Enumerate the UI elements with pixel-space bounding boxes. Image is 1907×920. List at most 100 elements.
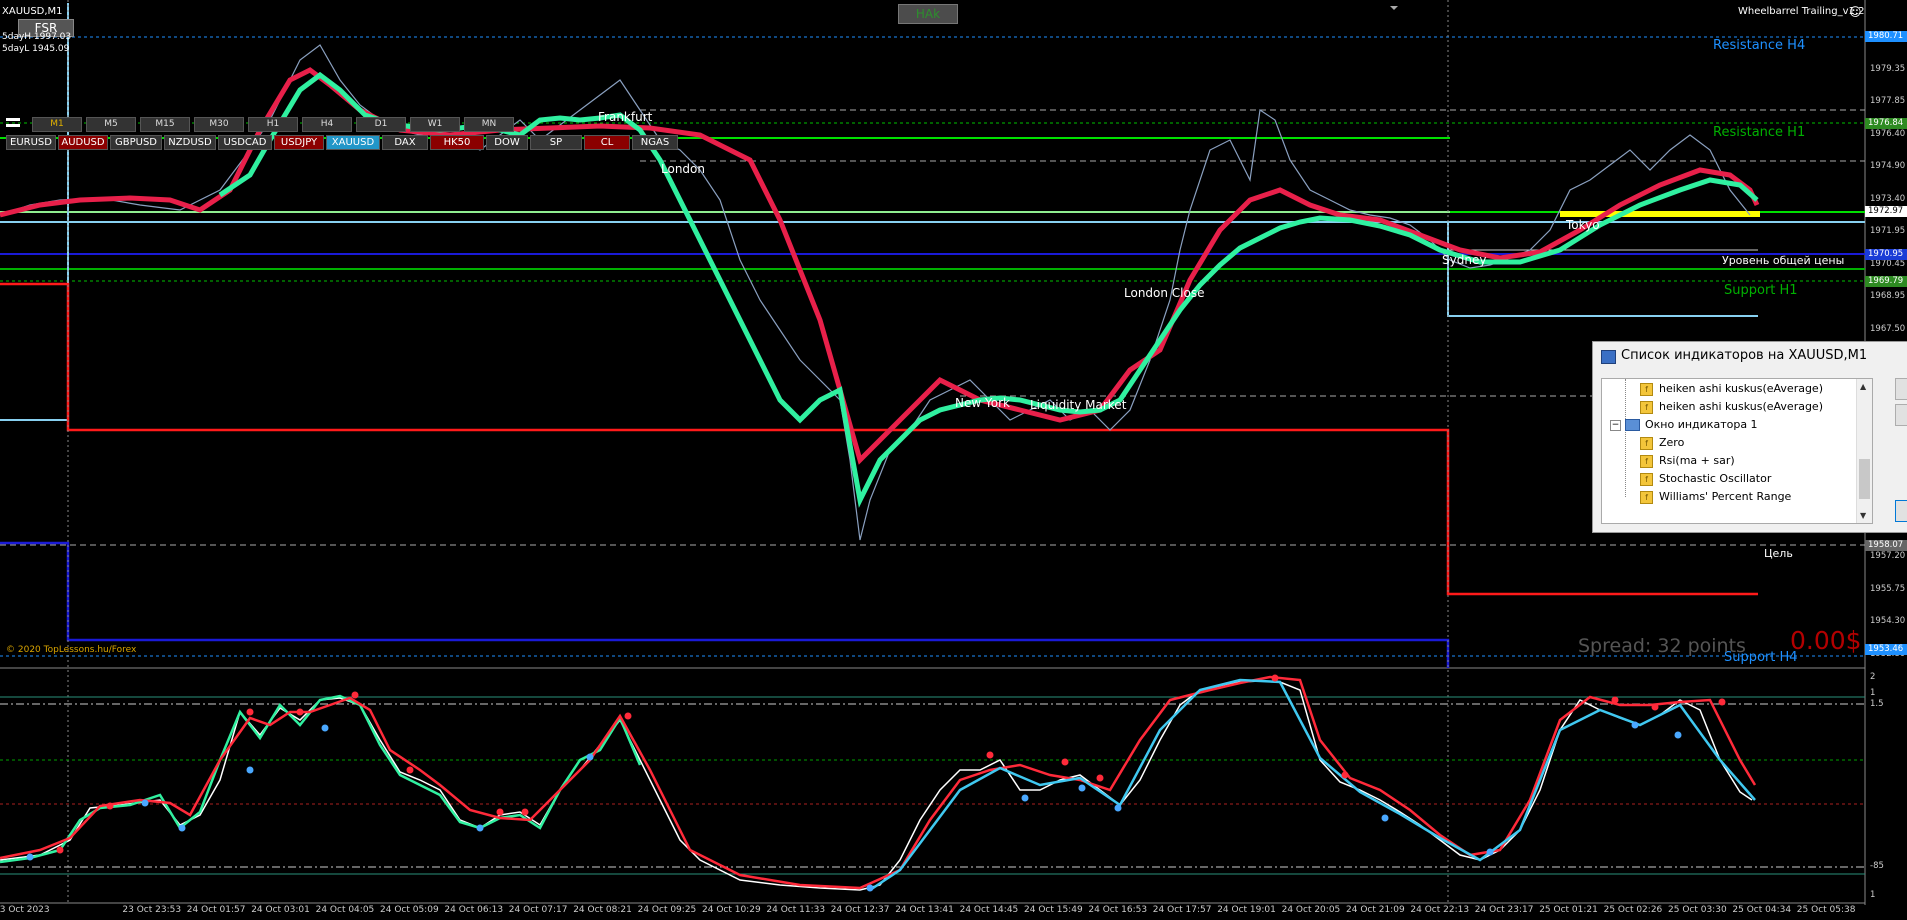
indicator-function-icon: f xyxy=(1640,436,1653,450)
price-scale-label: 1970.45 xyxy=(1870,258,1906,269)
price-scale-label: 1957.20 xyxy=(1870,551,1906,561)
time-axis-label: 24 Oct 08:21 xyxy=(573,905,632,915)
timeframe-button-m15[interactable]: M15 xyxy=(140,117,190,132)
osc-marker-red xyxy=(624,712,632,720)
symbol-button-hk50[interactable]: HK50 xyxy=(430,135,484,150)
indicator-item[interactable]: f Zero xyxy=(1640,435,1684,451)
tree-connector xyxy=(1625,379,1626,497)
target-label: Цель xyxy=(1764,547,1793,560)
symbol-button-eurusd[interactable]: EURUSD xyxy=(6,135,56,150)
indicator-tree-scrollbar[interactable]: ▲ ▼ xyxy=(1856,379,1872,523)
indicator-function-icon: f xyxy=(1640,490,1653,504)
panel-toggle[interactable] xyxy=(6,116,22,129)
osc-marker-blue xyxy=(1631,721,1639,729)
timeframe-button-h1[interactable]: H1 xyxy=(248,117,298,132)
indicator-item-label: Stochastic Oscillator xyxy=(1659,472,1772,485)
timeframe-button-d1[interactable]: D1 xyxy=(356,117,406,132)
timeframe-button-m30[interactable]: M30 xyxy=(194,117,244,132)
price-scale-label: 1977.85 xyxy=(1870,96,1906,106)
time-axis-label: 23 Oct 2023 xyxy=(0,905,50,915)
osc-marker-red xyxy=(106,802,114,810)
symbol-button-dax[interactable]: DAX xyxy=(382,135,428,150)
timeframe-button-h4[interactable]: H4 xyxy=(302,117,352,132)
indicator-function-icon: f xyxy=(1640,400,1653,414)
time-axis-label: 24 Oct 16:53 xyxy=(1088,905,1148,915)
osc-marker-red xyxy=(521,808,529,816)
osc-marker-blue xyxy=(1486,848,1494,856)
indicator-item-label: Williams' Percent Range xyxy=(1659,490,1792,503)
five-day-low: 5dayL 1945.09 xyxy=(2,44,70,54)
time-axis-label: 24 Oct 01:57 xyxy=(186,905,246,915)
expert-advisor-name: Wheelbarrel Trailing_v1.2 xyxy=(1738,6,1865,17)
indicator-tree[interactable]: f heiken ashi kuskus(eAverage) f heiken ash… xyxy=(1601,378,1873,524)
osc-marker-blue xyxy=(246,766,254,774)
osc-marker-red xyxy=(56,846,64,854)
edit-indicator-button[interactable] xyxy=(1895,378,1907,400)
symbol-button-usdcad[interactable]: USDCAD xyxy=(218,135,272,150)
indicator-list-window[interactable]: Список индикаторов на XAUUSD,M1 f heiken … xyxy=(1592,341,1907,533)
symbol-button-sp[interactable]: SP xyxy=(530,135,582,150)
time-axis-label: 24 Oct 10:29 xyxy=(702,905,761,915)
scroll-thumb[interactable] xyxy=(1859,459,1870,499)
indicator-item[interactable]: f heiken ashi kuskus(eAverage) xyxy=(1640,399,1823,415)
hak-button[interactable]: HAk xyxy=(898,4,958,24)
price-tag: 1970.95 xyxy=(1865,249,1907,260)
indicator-scale-label: 1 xyxy=(1870,890,1876,900)
scroll-down-icon[interactable]: ▼ xyxy=(1860,511,1866,520)
timeframe-button-m1[interactable]: M1 xyxy=(32,117,82,132)
indicators-icon xyxy=(1601,350,1616,364)
osc-marker-blue xyxy=(1021,794,1029,802)
time-axis-label: 24 Oct 21:09 xyxy=(1346,905,1405,915)
time-axis-label: 24 Oct 14:45 xyxy=(959,905,1019,915)
symbol-button-gbpusd[interactable]: GBPUSD xyxy=(110,135,162,150)
chart-symbol-title: XAUUSD,M1 xyxy=(2,6,63,17)
indicator-item[interactable]: f Stochastic Oscillator xyxy=(1640,471,1771,487)
oscillator-green xyxy=(0,694,642,864)
osc-marker-red xyxy=(246,708,254,716)
osc-marker-red xyxy=(1718,698,1726,706)
indicator-scale-label: 1.5 xyxy=(1870,699,1884,709)
indicator-item-label: Окно индикатора 1 xyxy=(1645,418,1758,431)
osc-marker-red xyxy=(496,808,504,816)
osc-marker-blue xyxy=(178,824,186,832)
time-axis-label: 24 Oct 22:13 xyxy=(1410,905,1470,915)
time-axis-label: 24 Oct 23:17 xyxy=(1474,905,1534,915)
symbol-button-cl[interactable]: CL xyxy=(584,135,630,150)
collapse-icon[interactable]: − xyxy=(1610,419,1621,431)
symbol-button-usdjpy[interactable]: USDJPY xyxy=(274,135,324,150)
osc-marker-red xyxy=(1096,774,1104,782)
indicator-window-titlebar[interactable]: Список индикаторов на XAUUSD,M1 xyxy=(1593,342,1907,370)
time-axis-label: 24 Oct 11:33 xyxy=(766,905,826,915)
price-tag: 1980.71 xyxy=(1865,31,1907,42)
timeframe-button-m5[interactable]: M5 xyxy=(86,117,136,132)
symbol-button-xauusd[interactable]: XAUUSD xyxy=(326,135,380,150)
osc-marker-red xyxy=(296,708,304,716)
delete-indicator-button[interactable] xyxy=(1895,404,1907,426)
price-scale-label: 1968.95 xyxy=(1870,291,1906,301)
time-axis-label: 25 Oct 03:30 xyxy=(1668,905,1727,915)
session-liquidity-market: Liquidity Market xyxy=(1030,398,1127,412)
time-axis-label: 24 Oct 06:13 xyxy=(444,905,504,915)
resistance-h4-label: Resistance H4 xyxy=(1713,38,1806,53)
spread-readout: Spread: 32 points xyxy=(1578,635,1746,657)
indicator-item-label: Zero xyxy=(1659,436,1685,449)
symbol-button-audusd[interactable]: AUDUSD xyxy=(58,135,108,150)
price-tag: 1972.97 xyxy=(1865,206,1907,217)
indicator-item[interactable]: f Rsi(ma + sar) xyxy=(1640,453,1735,469)
symbol-button-nzdusd[interactable]: NZDUSD xyxy=(164,135,216,150)
indicator-window-node[interactable]: − Окно индикатора 1 xyxy=(1610,417,1758,433)
osc-marker-blue xyxy=(26,853,34,861)
indicator-item[interactable]: f Williams' Percent Range xyxy=(1640,489,1791,505)
osc-marker-red xyxy=(986,751,994,759)
scroll-up-icon[interactable]: ▲ xyxy=(1860,382,1866,391)
symbol-button-dow[interactable]: DOW xyxy=(486,135,528,150)
symbol-button-ngas[interactable]: NGAS xyxy=(632,135,678,150)
session-frankfurt: Frankfurt xyxy=(598,110,653,124)
session-tokyo: Tokyo xyxy=(1566,218,1600,232)
timeframe-button-w1[interactable]: W1 xyxy=(410,117,460,132)
time-axis-label: 24 Oct 19:01 xyxy=(1217,905,1276,915)
time-axis-label: 24 Oct 04:05 xyxy=(315,905,375,915)
timeframe-button-mn[interactable]: MN xyxy=(464,117,514,132)
close-indicator-window-button[interactable] xyxy=(1895,500,1907,522)
indicator-item[interactable]: f heiken ashi kuskus(eAverage) xyxy=(1640,381,1823,397)
